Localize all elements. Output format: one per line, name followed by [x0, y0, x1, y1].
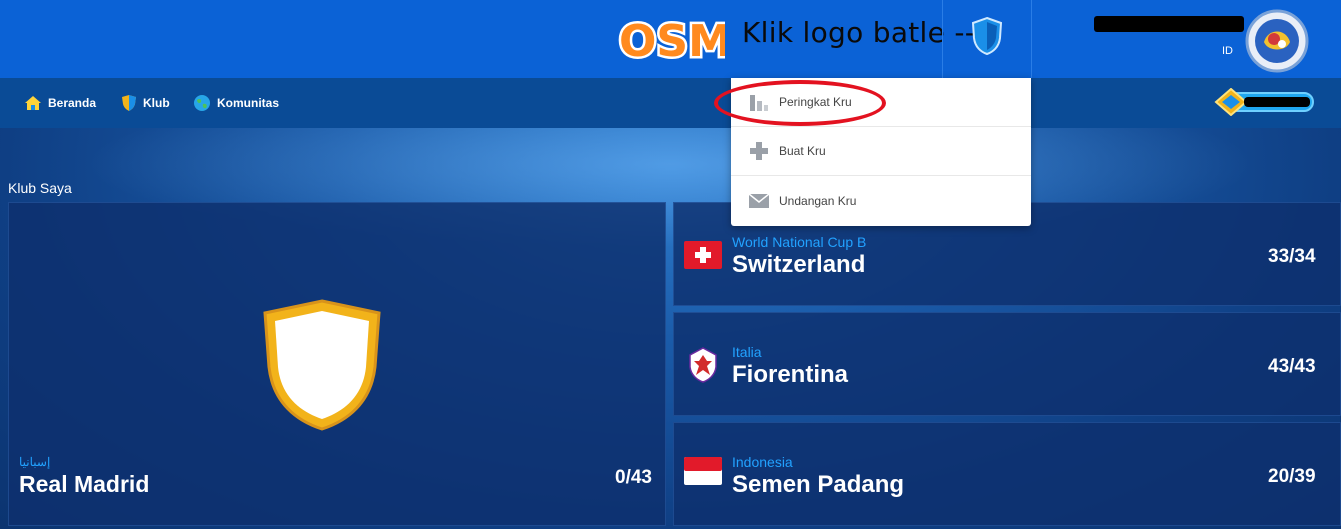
shield-icon [122, 95, 136, 111]
menu-item-undangan-kru[interactable]: Undangan Kru [731, 176, 1031, 225]
club-card-main[interactable]: إسبانيا Real Madrid 0/43 [8, 202, 666, 526]
club-league: إسبانيا [19, 455, 51, 469]
club-name: Switzerland [732, 251, 866, 278]
nav-label-beranda: Beranda [48, 96, 97, 110]
menu-label: Buat Kru [779, 144, 826, 158]
balance-redacted [1244, 97, 1310, 107]
indonesia-flag-icon [684, 457, 722, 485]
home-icon [25, 96, 41, 110]
menu-item-buat-kru[interactable]: Buat Kru [731, 127, 1031, 176]
main-nav: Beranda Klub Komunitas [0, 78, 1341, 128]
username-redacted [1094, 16, 1244, 32]
section-title: Klub Saya [8, 180, 72, 196]
club-crest-icon [263, 299, 381, 431]
osm-logo-text: OSM [619, 16, 725, 66]
nav-label-komunitas: Komunitas [217, 96, 280, 110]
user-id-label: ID [1222, 45, 1233, 57]
battle-shield-icon[interactable] [969, 16, 1005, 56]
club-league: Italia [732, 344, 762, 360]
user-avatar[interactable] [1244, 8, 1310, 74]
globe-icon [194, 95, 210, 111]
user-balance-pill[interactable] [1214, 88, 1316, 116]
club-card-fiorentina[interactable]: Italia Fiorentina 43/43 [673, 312, 1341, 416]
club-card-semen-padang[interactable]: Indonesia Semen Padang 20/39 [673, 422, 1341, 526]
club-progress: 43/43 [1268, 356, 1316, 377]
club-progress: 0/43 [615, 467, 652, 488]
nav-item-beranda[interactable]: Beranda [24, 94, 96, 112]
club-name: Semen Padang [732, 471, 905, 498]
badge-icon [1214, 88, 1248, 116]
top-header: OSM Klik logo batle --> ID [0, 0, 1341, 78]
highlight-ellipse [714, 80, 886, 126]
club-name: Fiorentina [732, 361, 849, 388]
battle-button[interactable] [942, 0, 1032, 78]
plus-icon [750, 142, 768, 160]
nav-item-komunitas[interactable]: Komunitas [193, 94, 279, 112]
nav-item-klub[interactable]: Klub [121, 94, 170, 112]
switzerland-flag-icon [684, 241, 722, 269]
envelope-icon [749, 192, 769, 208]
nav-label-klub: Klub [143, 96, 170, 110]
club-progress: 20/39 [1268, 466, 1316, 487]
osm-logo[interactable]: OSM [615, 10, 726, 67]
club-name: Real Madrid [19, 471, 150, 497]
fiorentina-crest-icon [689, 347, 717, 383]
menu-label: Undangan Kru [779, 193, 857, 208]
club-league: Indonesia [732, 454, 793, 470]
club-progress: 33/34 [1268, 246, 1316, 267]
club-league: World National Cup B [732, 234, 867, 250]
